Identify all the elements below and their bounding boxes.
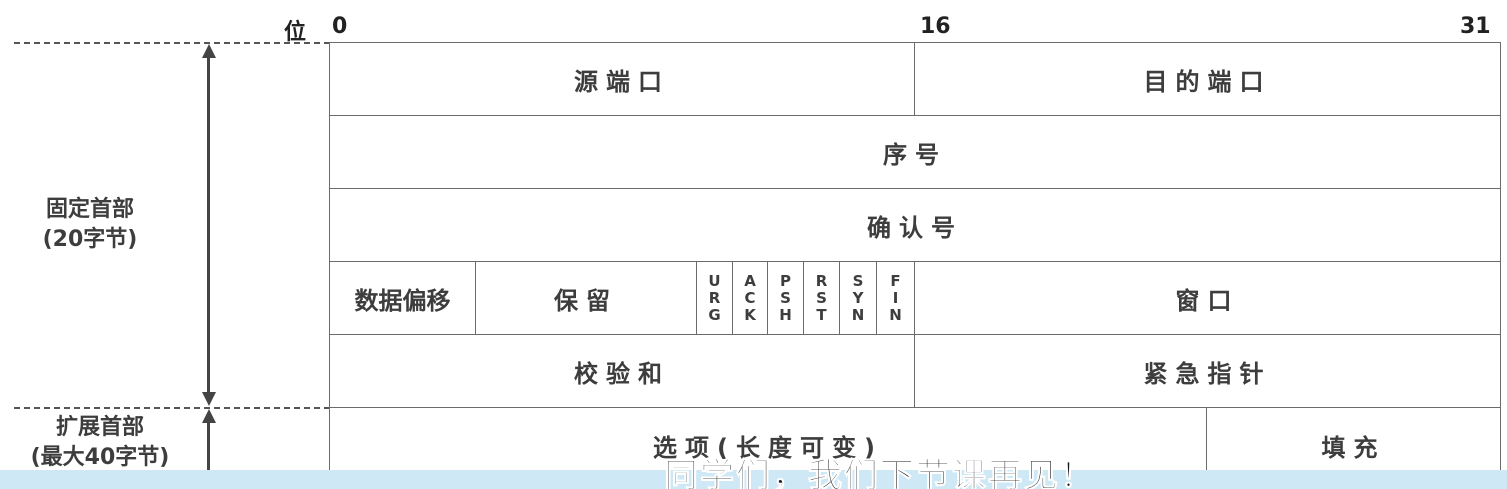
- ext-header-line1: 扩展首部: [55, 415, 144, 440]
- bit-label-31: 31: [1460, 14, 1491, 39]
- field-checksum: 校验和: [329, 334, 915, 408]
- flag-syn: SYN: [839, 261, 877, 335]
- ext-arrow-line: [207, 421, 210, 473]
- field-ack-num: 确认号: [329, 188, 1501, 262]
- bit-label-16: 16: [920, 14, 951, 39]
- flag-urg: URG: [696, 261, 733, 335]
- fixed-header-line1: 固定首部: [45, 197, 134, 222]
- field-seq: 序号: [329, 115, 1501, 189]
- field-reserved: 保留: [475, 261, 697, 335]
- field-src-port: 源端口: [329, 42, 915, 116]
- ext-header-label: 扩展首部 (最大40字节): [10, 413, 190, 473]
- flag-rst: RST: [803, 261, 840, 335]
- flag-fin: FIN: [876, 261, 915, 335]
- field-window: 窗口: [914, 261, 1501, 335]
- top-dashed-line: [14, 42, 330, 44]
- flag-ack: ACK: [732, 261, 768, 335]
- field-data-offset: 数据偏移: [329, 261, 476, 335]
- bit-label-0: 0: [332, 14, 348, 39]
- field-dst-port: 目的端口: [914, 42, 1501, 116]
- fixed-header-line2: (20字节): [42, 227, 138, 252]
- field-urgent-ptr: 紧急指针: [914, 334, 1501, 408]
- middle-dashed-line: [14, 407, 330, 409]
- fixed-arrow-down-icon: [202, 392, 216, 406]
- fixed-arrow-line: [207, 56, 210, 396]
- ext-header-line2: (最大40字节): [30, 445, 170, 470]
- flag-psh: PSH: [767, 261, 804, 335]
- subtitle-caption: 同学们，我们下节课再见！: [664, 456, 1096, 489]
- fixed-header-label: 固定首部 (20字节): [20, 195, 160, 255]
